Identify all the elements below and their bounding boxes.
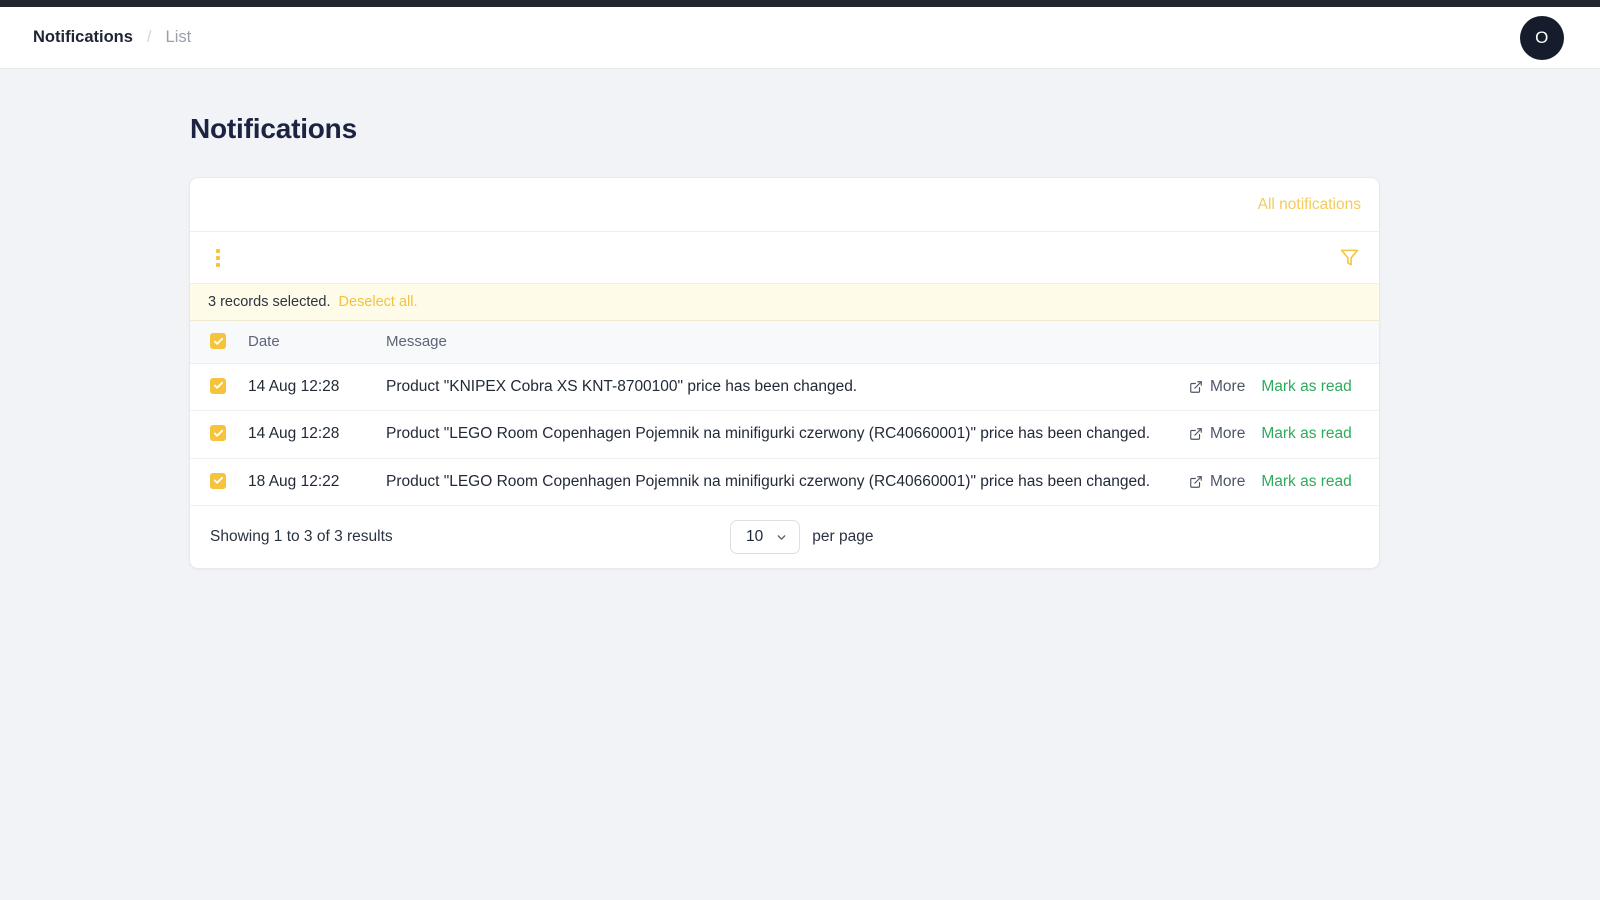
row-message: Product "LEGO Room Copenhagen Pojemnik n…	[386, 410, 1189, 459]
breadcrumb: Notifications / List	[33, 28, 191, 47]
deselect-all-link[interactable]: Deselect all.	[339, 294, 418, 310]
mark-as-read-link[interactable]: Mark as read	[1261, 473, 1351, 491]
row-actions: More Mark as read	[1189, 363, 1379, 411]
results-summary: Showing 1 to 3 of 3 results	[210, 528, 393, 545]
page-title: Notifications	[190, 113, 357, 144]
row-checkbox[interactable]	[210, 425, 226, 441]
select-all-header-cell	[190, 321, 248, 364]
select-all-checkbox[interactable]	[210, 333, 226, 349]
avatar[interactable]: O	[1520, 15, 1564, 60]
notifications-card: All notifications 3 records selected. De…	[189, 177, 1380, 569]
table-footer: Showing 1 to 3 of 3 results 10 per page	[190, 506, 1379, 568]
row-select-cell	[190, 410, 248, 459]
table-row[interactable]: 14 Aug 12:28 Product "KNIPEX Cobra XS KN…	[190, 363, 1379, 411]
per-page-select[interactable]: 10	[730, 520, 801, 554]
breadcrumb-current[interactable]: List	[166, 28, 192, 47]
selection-count-text: 3 records selected.	[208, 294, 331, 310]
window-top-strip	[0, 0, 1600, 7]
per-page-value: 10	[746, 528, 764, 545]
row-date: 14 Aug 12:28	[248, 363, 386, 411]
chevron-down-icon	[777, 534, 786, 540]
kebab-menu-icon[interactable]	[210, 243, 226, 273]
kebab-dot	[216, 248, 220, 253]
avatar-initial: O	[1535, 27, 1549, 47]
column-header-actions	[1189, 321, 1379, 364]
mark-as-read-link[interactable]: Mark as read	[1261, 425, 1351, 443]
notifications-table: Date Message 14 Aug 12:28 Product "KNIPE…	[190, 321, 1379, 506]
row-checkbox[interactable]	[210, 377, 226, 394]
row-message: Product "KNIPEX Cobra XS KNT-8700100" pr…	[386, 363, 1189, 411]
column-header-message[interactable]: Message	[386, 321, 1189, 364]
table-row[interactable]: 14 Aug 12:28 Product "LEGO Room Copenhag…	[190, 410, 1379, 459]
row-message: Product "LEGO Room Copenhagen Pojemnik n…	[386, 458, 1189, 506]
table-toolbar	[190, 232, 1379, 284]
more-button[interactable]: More	[1189, 378, 1245, 396]
all-notifications-link[interactable]: All notifications	[1258, 196, 1361, 214]
page-content: Notifications All notifications 3 record…	[0, 69, 1600, 569]
external-link-icon	[1190, 380, 1202, 393]
per-page-label: per page	[812, 528, 874, 545]
row-date: 18 Aug 12:22	[248, 458, 386, 506]
more-button[interactable]: More	[1189, 425, 1245, 443]
selection-banner: 3 records selected. Deselect all.	[190, 284, 1379, 321]
table-header-row: Date Message	[190, 321, 1379, 364]
column-header-date[interactable]: Date	[248, 321, 386, 364]
row-date: 14 Aug 12:28	[248, 410, 386, 459]
kebab-dot	[216, 262, 220, 267]
per-page-control: 10 per page	[730, 520, 873, 554]
more-label: More	[1210, 377, 1246, 395]
table-body: 14 Aug 12:28 Product "KNIPEX Cobra XS KN…	[190, 363, 1379, 506]
external-link-icon	[1190, 475, 1202, 488]
row-checkbox[interactable]	[210, 472, 226, 489]
more-label: More	[1210, 472, 1246, 490]
breadcrumb-separator: /	[146, 28, 152, 46]
table-row[interactable]: 18 Aug 12:22 Product "LEGO Room Copenhag…	[190, 458, 1379, 506]
row-select-cell	[190, 363, 248, 411]
top-bar: Notifications / List O	[0, 7, 1600, 69]
row-actions: More Mark as read	[1189, 458, 1379, 506]
row-actions: More Mark as read	[1189, 410, 1379, 459]
funnel-filter-icon[interactable]	[1340, 248, 1359, 267]
more-button[interactable]: More	[1189, 473, 1245, 491]
more-label: More	[1210, 425, 1246, 443]
external-link-icon	[1190, 428, 1202, 441]
breadcrumb-root[interactable]: Notifications	[33, 28, 133, 47]
row-select-cell	[190, 458, 248, 506]
mark-as-read-link[interactable]: Mark as read	[1261, 378, 1351, 396]
card-header: All notifications	[190, 178, 1379, 232]
kebab-dot	[216, 255, 220, 260]
